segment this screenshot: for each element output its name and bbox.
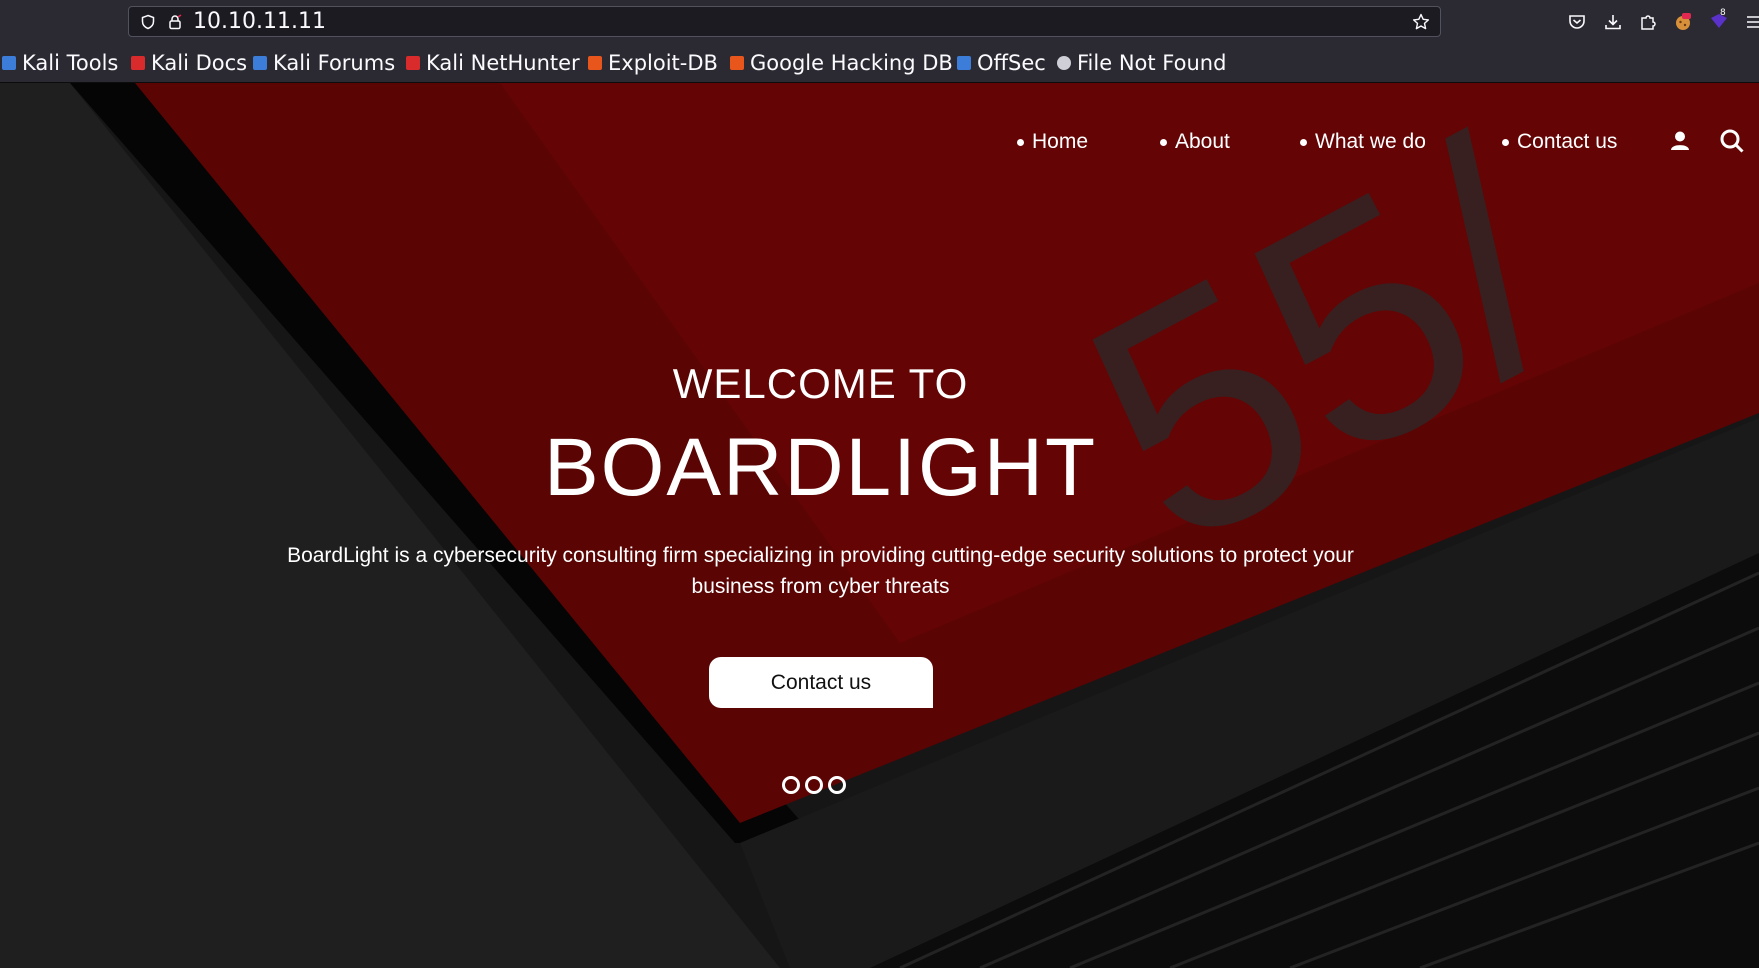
bookmark-exploit-db[interactable]: Exploit-DB xyxy=(588,50,718,76)
contact-us-button[interactable]: Contact us xyxy=(709,657,933,708)
kali-docs-favicon-icon xyxy=(131,56,145,70)
hero-welcome: WELCOME TO xyxy=(672,360,969,407)
lock-icon[interactable] xyxy=(167,14,183,30)
bookmark-label: Google Hacking DB xyxy=(750,51,953,75)
globe-icon xyxy=(1057,56,1071,70)
nav-label: Contact us xyxy=(1517,130,1618,153)
hero-description: BoardLight is a cybersecurity consulting… xyxy=(287,544,1354,598)
search-icon[interactable] xyxy=(1719,128,1745,154)
shield-icon[interactable] xyxy=(140,14,156,30)
nav-bullet xyxy=(1017,138,1024,146)
bookmark-label: Kali Docs xyxy=(151,51,248,75)
pocket-icon[interactable] xyxy=(1567,12,1587,32)
carousel-dot-1[interactable] xyxy=(782,776,800,794)
bookmark-kali-docs[interactable]: Kali Docs xyxy=(131,50,247,76)
nav-bullet xyxy=(1160,138,1167,146)
nav-bullet xyxy=(1300,138,1307,146)
bookmark-label: Kali Tools xyxy=(22,51,119,75)
carousel-dot-3[interactable] xyxy=(828,776,846,794)
url-text[interactable]: 10.10.11.11 xyxy=(193,9,326,35)
bookmark-label: Exploit-DB xyxy=(608,51,718,75)
nav-about[interactable]: About xyxy=(1160,127,1230,157)
nav-label: What we do xyxy=(1315,130,1426,153)
extension-badge-icon[interactable]: 8 xyxy=(1708,8,1730,32)
nav-label: Home xyxy=(1032,130,1089,153)
extension-badge-count: 8 xyxy=(1720,8,1726,18)
user-icon[interactable] xyxy=(1667,128,1693,154)
nav-bullet xyxy=(1502,138,1509,146)
address-bar[interactable]: 10.10.11.11 xyxy=(128,6,1441,37)
bookmark-star-icon[interactable] xyxy=(1412,13,1430,31)
bookmark-google-hacking-db[interactable]: Google Hacking DB xyxy=(730,50,953,76)
exploit-db-favicon-icon xyxy=(588,56,602,70)
ghdb-favicon-icon xyxy=(730,56,744,70)
browser-toolbar: 10.10.11.11 8 xyxy=(0,0,1759,45)
cookie-extension-icon[interactable] xyxy=(1673,12,1693,32)
bookmark-label: OffSec xyxy=(977,51,1046,75)
bookmark-kali-tools[interactable]: Kali Tools xyxy=(2,50,118,76)
nav-contact-us[interactable]: Contact us xyxy=(1502,127,1617,157)
bookmark-label: Kali Forums xyxy=(273,51,396,75)
downloads-icon[interactable] xyxy=(1603,12,1623,32)
menu-icon[interactable] xyxy=(1744,12,1759,32)
kali-forums-favicon-icon xyxy=(253,56,267,70)
extensions-icon[interactable] xyxy=(1638,12,1658,32)
page-viewport: 55/ Home About What we do Contact us WEL… xyxy=(0,83,1759,968)
carousel-dot-2[interactable] xyxy=(805,776,823,794)
bookmark-kali-nethunter[interactable]: Kali NetHunter xyxy=(406,50,580,76)
carousel-indicators xyxy=(782,776,846,794)
kali-nethunter-favicon-icon xyxy=(406,56,420,70)
bookmark-label: File Not Found xyxy=(1077,51,1227,75)
hero-title: BOARDLIGHT xyxy=(543,422,1098,513)
offsec-favicon-icon xyxy=(957,56,971,70)
bookmark-file-not-found[interactable]: File Not Found xyxy=(1057,50,1226,76)
bookmark-label: Kali NetHunter xyxy=(426,51,580,75)
bookmarks-toolbar: Kali Tools Kali Docs Kali Forums Kali Ne… xyxy=(0,45,1759,83)
nav-what-we-do[interactable]: What we do xyxy=(1300,127,1426,157)
nav-home[interactable]: Home xyxy=(1017,127,1088,157)
bookmark-offsec[interactable]: OffSec xyxy=(957,50,1046,76)
bookmark-kali-forums[interactable]: Kali Forums xyxy=(253,50,395,76)
kali-tools-favicon-icon xyxy=(2,56,16,70)
hero-background: 55/ xyxy=(0,83,1759,968)
nav-label: About xyxy=(1175,130,1230,153)
